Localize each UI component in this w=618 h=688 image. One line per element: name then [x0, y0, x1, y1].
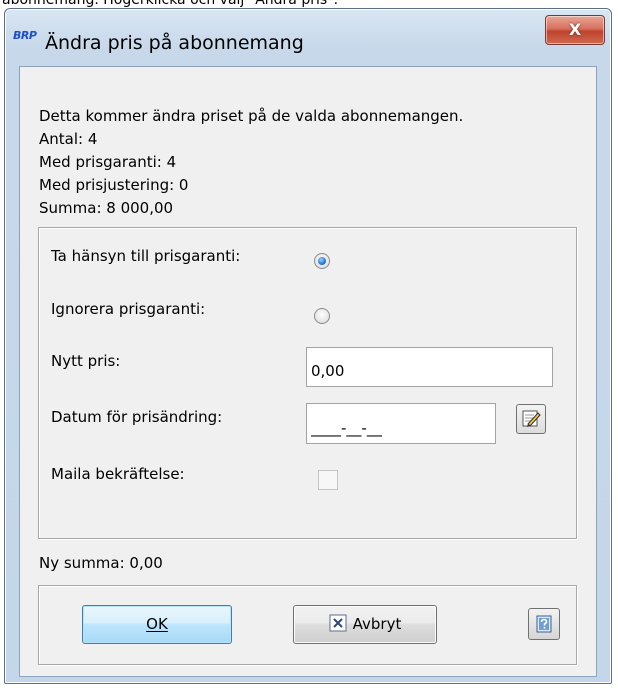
mail-confirmation-checkbox[interactable] [318, 470, 338, 490]
change-date-input[interactable] [306, 403, 496, 444]
respect-guarantee-radio[interactable] [314, 253, 330, 269]
info-with-adjustment: Med prisjustering: 0 [39, 176, 189, 194]
ignore-guarantee-radio[interactable] [314, 308, 330, 324]
window-title: Ändra pris på abonnemang [45, 32, 304, 54]
new-price-label: Nytt pris: [51, 352, 121, 370]
info-description: Detta kommer ändra priset på de valda ab… [39, 107, 464, 125]
cancel-button[interactable]: Avbryt [293, 605, 437, 644]
change-date-label: Datum för prisändring: [51, 408, 223, 426]
dialog-client-area: Detta kommer ändra priset på de valda ab… [19, 66, 597, 677]
info-sum: Summa: 8 000,00 [39, 199, 174, 217]
background-caption-text: abonnemang. Högerklicka och välj "Ändra … [2, 0, 339, 8]
respect-guarantee-label: Ta hänsyn till prisgaranti: [51, 247, 241, 265]
help-icon [536, 615, 552, 633]
close-button[interactable]: X [545, 15, 605, 45]
ignore-guarantee-label: Ignorera prisgaranti: [51, 300, 206, 318]
title-bar[interactable]: BRP Ändra pris på abonnemang X [5, 9, 611, 69]
info-with-guarantee: Med prisgaranti: 4 [39, 153, 177, 171]
close-icon: X [568, 20, 582, 39]
app-logo-icon: BRP [13, 29, 37, 42]
calendar-edit-icon [522, 410, 541, 427]
summary-info: Detta kommer ändra priset på de valda ab… [39, 105, 463, 220]
cancel-button-label: Avbryt [352, 615, 402, 633]
button-group: OK Avbryt [38, 585, 577, 665]
new-sum-text: Ny summa: 0,00 [39, 554, 163, 572]
calendar-button[interactable] [516, 404, 546, 434]
info-count: Antal: 4 [39, 130, 98, 148]
price-options-group: Ta hänsyn till prisgaranti: Ignorera pri… [38, 227, 577, 539]
new-price-input[interactable] [306, 347, 553, 387]
help-button[interactable] [528, 608, 560, 640]
ok-button-label: OK [146, 615, 168, 633]
background-caption: abonnemang. Högerklicka och välj "Ändra … [0, 0, 618, 8]
cancel-x-icon [329, 614, 347, 632]
mail-confirmation-label: Maila bekräftelse: [51, 465, 185, 483]
ok-button[interactable]: OK [82, 605, 232, 644]
dialog-window: BRP Ändra pris på abonnemang X Detta kom… [4, 8, 612, 684]
